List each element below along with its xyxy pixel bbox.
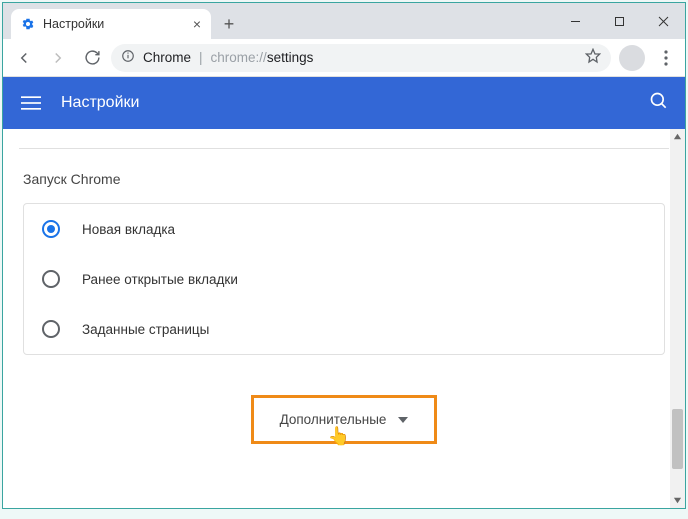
option-specific-pages[interactable]: Заданные страницы <box>24 304 664 354</box>
window-controls <box>553 3 685 39</box>
vertical-scrollbar[interactable] <box>670 129 685 508</box>
radio-icon[interactable] <box>42 270 60 288</box>
radio-icon[interactable] <box>42 220 60 238</box>
browser-toolbar: Chrome | chrome://settings <box>3 39 685 77</box>
option-new-tab[interactable]: Новая вкладка <box>24 204 664 254</box>
settings-header: Настройки <box>3 77 685 129</box>
profile-avatar[interactable] <box>619 45 645 71</box>
reload-button[interactable] <box>77 43 107 73</box>
browser-tab[interactable]: Настройки × <box>11 9 211 39</box>
option-continue[interactable]: Ранее открытые вкладки <box>24 254 664 304</box>
section-title-startup: Запуск Chrome <box>23 171 665 187</box>
forward-button[interactable] <box>43 43 73 73</box>
previous-card-edge <box>19 129 669 149</box>
option-label: Ранее открытые вкладки <box>82 272 238 287</box>
maximize-button[interactable] <box>597 3 641 39</box>
hand-cursor-icon: 👆 <box>328 426 350 447</box>
url-scheme: chrome:// <box>211 50 267 65</box>
option-label: Заданные страницы <box>82 322 209 337</box>
scroll-thumb[interactable] <box>672 409 683 469</box>
search-icon[interactable] <box>649 91 669 116</box>
back-button[interactable] <box>9 43 39 73</box>
url-path: settings <box>267 50 314 65</box>
page-title: Настройки <box>61 94 139 112</box>
scroll-down-arrow-icon[interactable] <box>670 493 685 508</box>
settings-content: Запуск Chrome Новая вкладка Ранее открыт… <box>3 129 685 508</box>
new-tab-button[interactable]: + <box>215 9 243 39</box>
tab-close-icon[interactable]: × <box>193 17 201 31</box>
startup-options-card: Новая вкладка Ранее открытые вкладки Зад… <box>23 203 665 355</box>
hamburger-menu-icon[interactable] <box>19 91 43 115</box>
tab-title: Настройки <box>43 17 104 31</box>
chevron-down-icon <box>398 417 408 423</box>
radio-icon[interactable] <box>42 320 60 338</box>
site-info-icon[interactable] <box>121 49 135 66</box>
bookmark-star-icon[interactable] <box>585 48 601 67</box>
advanced-toggle-button[interactable]: Дополнительные 👆 <box>251 395 438 444</box>
address-bar[interactable]: Chrome | chrome://settings <box>111 44 611 72</box>
scroll-up-arrow-icon[interactable] <box>670 129 685 144</box>
titlebar: Настройки × + <box>3 3 685 39</box>
minimize-button[interactable] <box>553 3 597 39</box>
close-window-button[interactable] <box>641 3 685 39</box>
settings-gear-icon <box>21 17 35 31</box>
option-label: Новая вкладка <box>82 222 175 237</box>
advanced-label: Дополнительные <box>280 412 387 427</box>
kebab-menu-icon[interactable] <box>653 50 679 66</box>
address-label: Chrome <box>143 50 191 65</box>
